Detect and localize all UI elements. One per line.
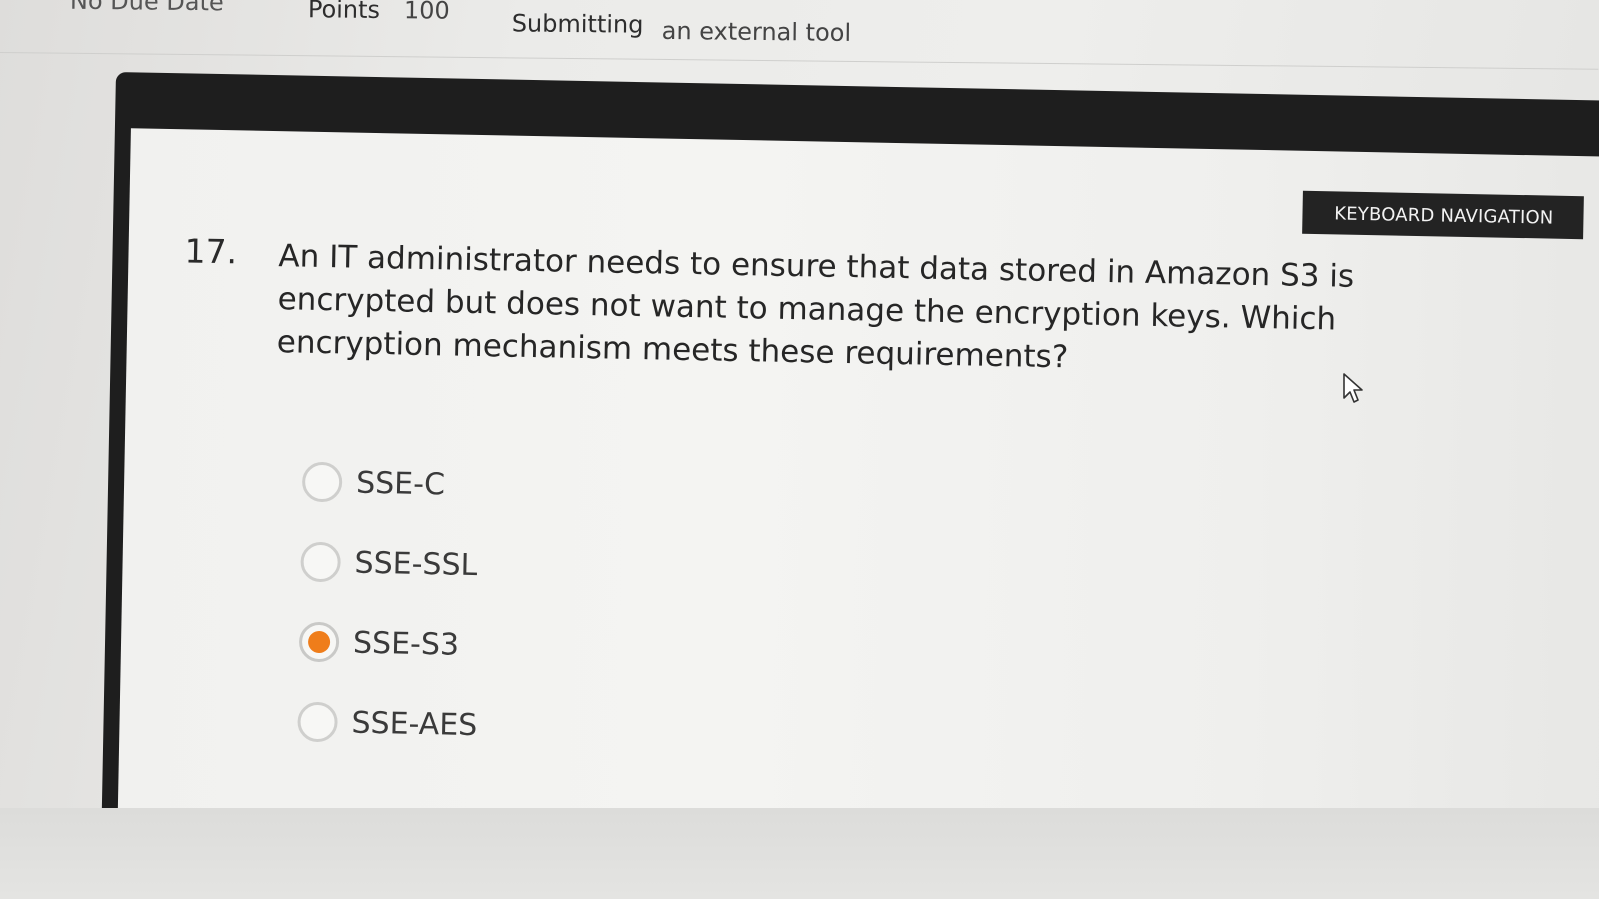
submitting-label: Submitting <box>511 9 644 39</box>
radio-button-icon[interactable] <box>301 461 343 503</box>
answer-option-label[interactable]: SSE-S3 <box>353 625 460 662</box>
due-date-label: No Due Date <box>69 0 224 17</box>
question-number: 17. <box>184 231 238 272</box>
quiz-frame: KEYBOARD NAVIGATION 17. An IT administra… <box>101 72 1599 881</box>
submitting-value: an external tool <box>661 16 852 47</box>
answer-option-label[interactable]: SSE-AES <box>351 705 477 742</box>
answer-option-label[interactable]: SSE-SSL <box>354 545 477 582</box>
radio-button-icon[interactable] <box>300 541 342 583</box>
answer-option-sse-s3[interactable]: SSE-S3 <box>298 602 479 685</box>
answer-option-sse-ssl[interactable]: SSE-SSL <box>300 522 481 605</box>
quiz-panel: KEYBOARD NAVIGATION 17. An IT administra… <box>116 128 1599 881</box>
question-text: An IT administrator needs to ensure that… <box>276 238 1355 376</box>
radio-selected-dot <box>307 630 331 654</box>
keyboard-navigation-button[interactable]: KEYBOARD NAVIGATION <box>1301 190 1584 240</box>
answer-option-label[interactable]: SSE-C <box>356 465 445 502</box>
radio-button-icon[interactable] <box>298 621 340 663</box>
points-label: Points <box>307 0 381 24</box>
answer-option-sse-aes[interactable]: SSE-AES <box>297 682 478 765</box>
radio-button-icon[interactable] <box>297 701 338 743</box>
answer-option-sse-c[interactable]: SSE-C <box>301 442 482 525</box>
mouse-pointer-icon <box>1343 373 1363 403</box>
points-value: 100 <box>403 0 450 25</box>
answer-options: SSE-C SSE-SSL SSE-S3 SSE-AES <box>297 442 483 765</box>
screen-bottom-edge <box>0 808 1599 899</box>
